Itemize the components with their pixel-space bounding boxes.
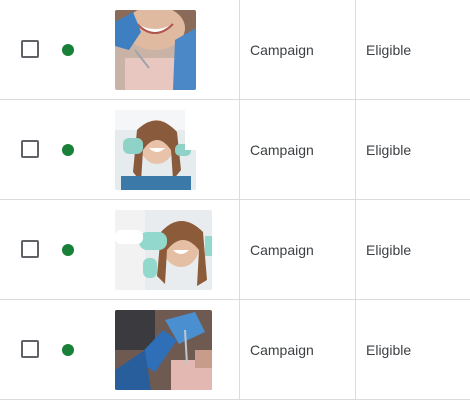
status-cell: Eligible bbox=[366, 242, 412, 258]
row-checkbox[interactable] bbox=[21, 140, 39, 158]
dentist-gloves-image bbox=[115, 310, 212, 390]
column-divider bbox=[239, 100, 240, 200]
campaign-cell[interactable]: Campaign bbox=[250, 241, 314, 259]
column-divider bbox=[355, 300, 356, 400]
ad-image-thumbnail[interactable] bbox=[115, 110, 196, 190]
status-dot bbox=[62, 244, 74, 256]
campaign-cell[interactable]: Campaign bbox=[250, 141, 314, 159]
campaign-cell[interactable]: Campaign bbox=[250, 341, 314, 359]
row-checkbox[interactable] bbox=[21, 340, 39, 358]
ads-table: Campaign Eligible Campaign Eligible Camp… bbox=[0, 0, 470, 400]
column-divider bbox=[239, 300, 240, 400]
table-row[interactable]: Campaign Eligible bbox=[0, 100, 470, 200]
column-divider bbox=[355, 200, 356, 300]
status-dot bbox=[62, 144, 74, 156]
status-cell: Eligible bbox=[366, 142, 412, 158]
status-cell: Eligible bbox=[366, 342, 412, 358]
ad-image-thumbnail[interactable] bbox=[115, 10, 196, 90]
woman-smiling-image bbox=[115, 210, 212, 290]
table-row[interactable]: Campaign Eligible bbox=[0, 200, 470, 300]
column-divider bbox=[355, 100, 356, 200]
ad-image-thumbnail[interactable] bbox=[115, 210, 212, 290]
dental-chair-image bbox=[115, 110, 196, 190]
ad-image-thumbnail[interactable] bbox=[115, 310, 212, 390]
row-checkbox[interactable] bbox=[21, 240, 39, 258]
status-dot bbox=[62, 44, 74, 56]
row-checkbox[interactable] bbox=[21, 40, 39, 58]
status-cell: Eligible bbox=[366, 42, 412, 58]
dental-patient-image bbox=[115, 10, 196, 90]
campaign-cell[interactable]: Campaign bbox=[250, 41, 314, 59]
table-row[interactable]: Campaign Eligible bbox=[0, 300, 470, 400]
table-row[interactable]: Campaign Eligible bbox=[0, 0, 470, 100]
status-dot bbox=[62, 344, 74, 356]
column-divider bbox=[239, 200, 240, 300]
column-divider bbox=[355, 0, 356, 100]
column-divider bbox=[239, 0, 240, 100]
